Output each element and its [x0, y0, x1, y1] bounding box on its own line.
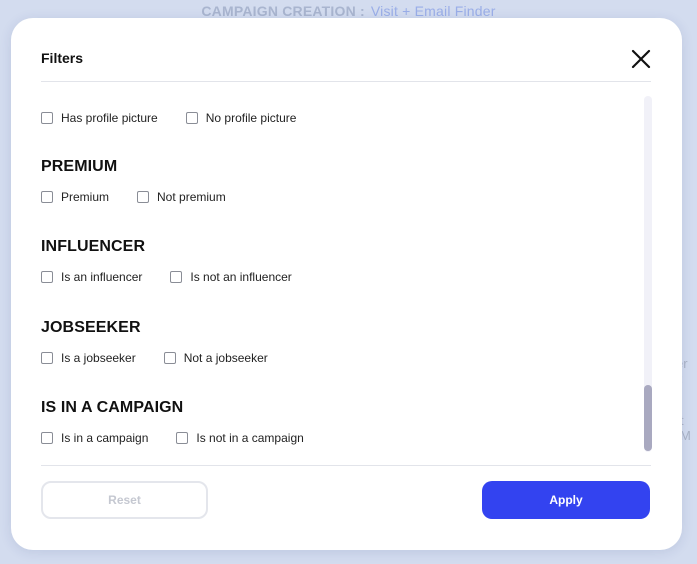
close-icon — [631, 49, 651, 69]
option-label: Not a jobseeker — [183, 351, 268, 365]
filters-scroll-area[interactable]: Has profile picture No profile picture P… — [41, 98, 641, 462]
filters-modal: Filters Has profile picture No profile p… — [11, 18, 682, 550]
checkbox[interactable] — [41, 271, 53, 283]
backdrop-header: CAMPAIGN CREATION : Visit + Email Finder — [0, 3, 697, 19]
filter-section-premium: PREMIUM Premium Not premium — [41, 158, 226, 204]
option-label: Is not in a campaign — [196, 431, 304, 445]
option-label: Not premium — [157, 190, 226, 204]
checkbox[interactable] — [137, 191, 150, 203]
option-is-not-influencer[interactable]: Is not an influencer — [170, 270, 292, 284]
option-is-not-in-campaign[interactable]: Is not in a campaign — [176, 431, 304, 445]
checkbox[interactable] — [41, 112, 53, 124]
option-label: Is a jobseeker — [61, 351, 136, 365]
option-label: Has profile picture — [61, 111, 158, 125]
option-label: Is in a campaign — [61, 431, 149, 445]
section-heading: JOBSEEKER — [41, 319, 141, 336]
scrollbar-thumb[interactable] — [644, 385, 652, 451]
close-button[interactable] — [629, 47, 653, 71]
header-divider — [41, 81, 651, 82]
option-not-premium[interactable]: Not premium — [137, 190, 226, 204]
backdrop-title: CAMPAIGN CREATION : — [201, 3, 365, 19]
modal-title: Filters — [41, 50, 84, 66]
reset-button[interactable]: Reset — [41, 481, 208, 519]
option-is-influencer[interactable]: Is an influencer — [41, 270, 142, 284]
option-label: Is not an influencer — [190, 270, 292, 284]
option-is-jobseeker[interactable]: Is a jobseeker — [41, 351, 136, 365]
checkbox[interactable] — [176, 432, 189, 444]
backdrop-fragment: t M — [680, 413, 691, 443]
filter-section-campaign: IS IN A CAMPAIGN Is in a campaign Is not… — [41, 399, 304, 445]
option-is-in-campaign[interactable]: Is in a campaign — [41, 431, 148, 445]
option-label: Is an influencer — [61, 270, 143, 284]
checkbox[interactable] — [41, 191, 53, 203]
backdrop-subtitle: Visit + Email Finder — [370, 3, 496, 19]
apply-button[interactable]: Apply — [482, 481, 650, 519]
option-has-profile-picture[interactable]: Has profile picture — [41, 111, 158, 125]
footer-divider — [41, 465, 651, 466]
filter-section-profile-picture: Has profile picture No profile picture — [41, 111, 296, 125]
option-no-profile-picture[interactable]: No profile picture — [185, 111, 297, 125]
filter-section-jobseeker: JOBSEEKER Is a jobseeker Not a jobseeker — [41, 319, 268, 365]
checkbox[interactable] — [170, 271, 183, 283]
option-label: Premium — [61, 190, 110, 204]
option-not-jobseeker[interactable]: Not a jobseeker — [163, 351, 268, 365]
checkbox[interactable] — [41, 432, 53, 444]
checkbox[interactable] — [185, 112, 198, 124]
option-premium[interactable]: Premium — [41, 190, 109, 204]
section-heading: INFLUENCER — [41, 238, 146, 255]
section-heading: PREMIUM — [41, 158, 118, 175]
checkbox[interactable] — [163, 352, 176, 364]
section-heading: IS IN A CAMPAIGN — [41, 399, 184, 416]
option-label: No profile picture — [205, 111, 297, 125]
checkbox[interactable] — [41, 352, 53, 364]
filter-section-influencer: INFLUENCER Is an influencer Is not an in… — [41, 238, 292, 284]
